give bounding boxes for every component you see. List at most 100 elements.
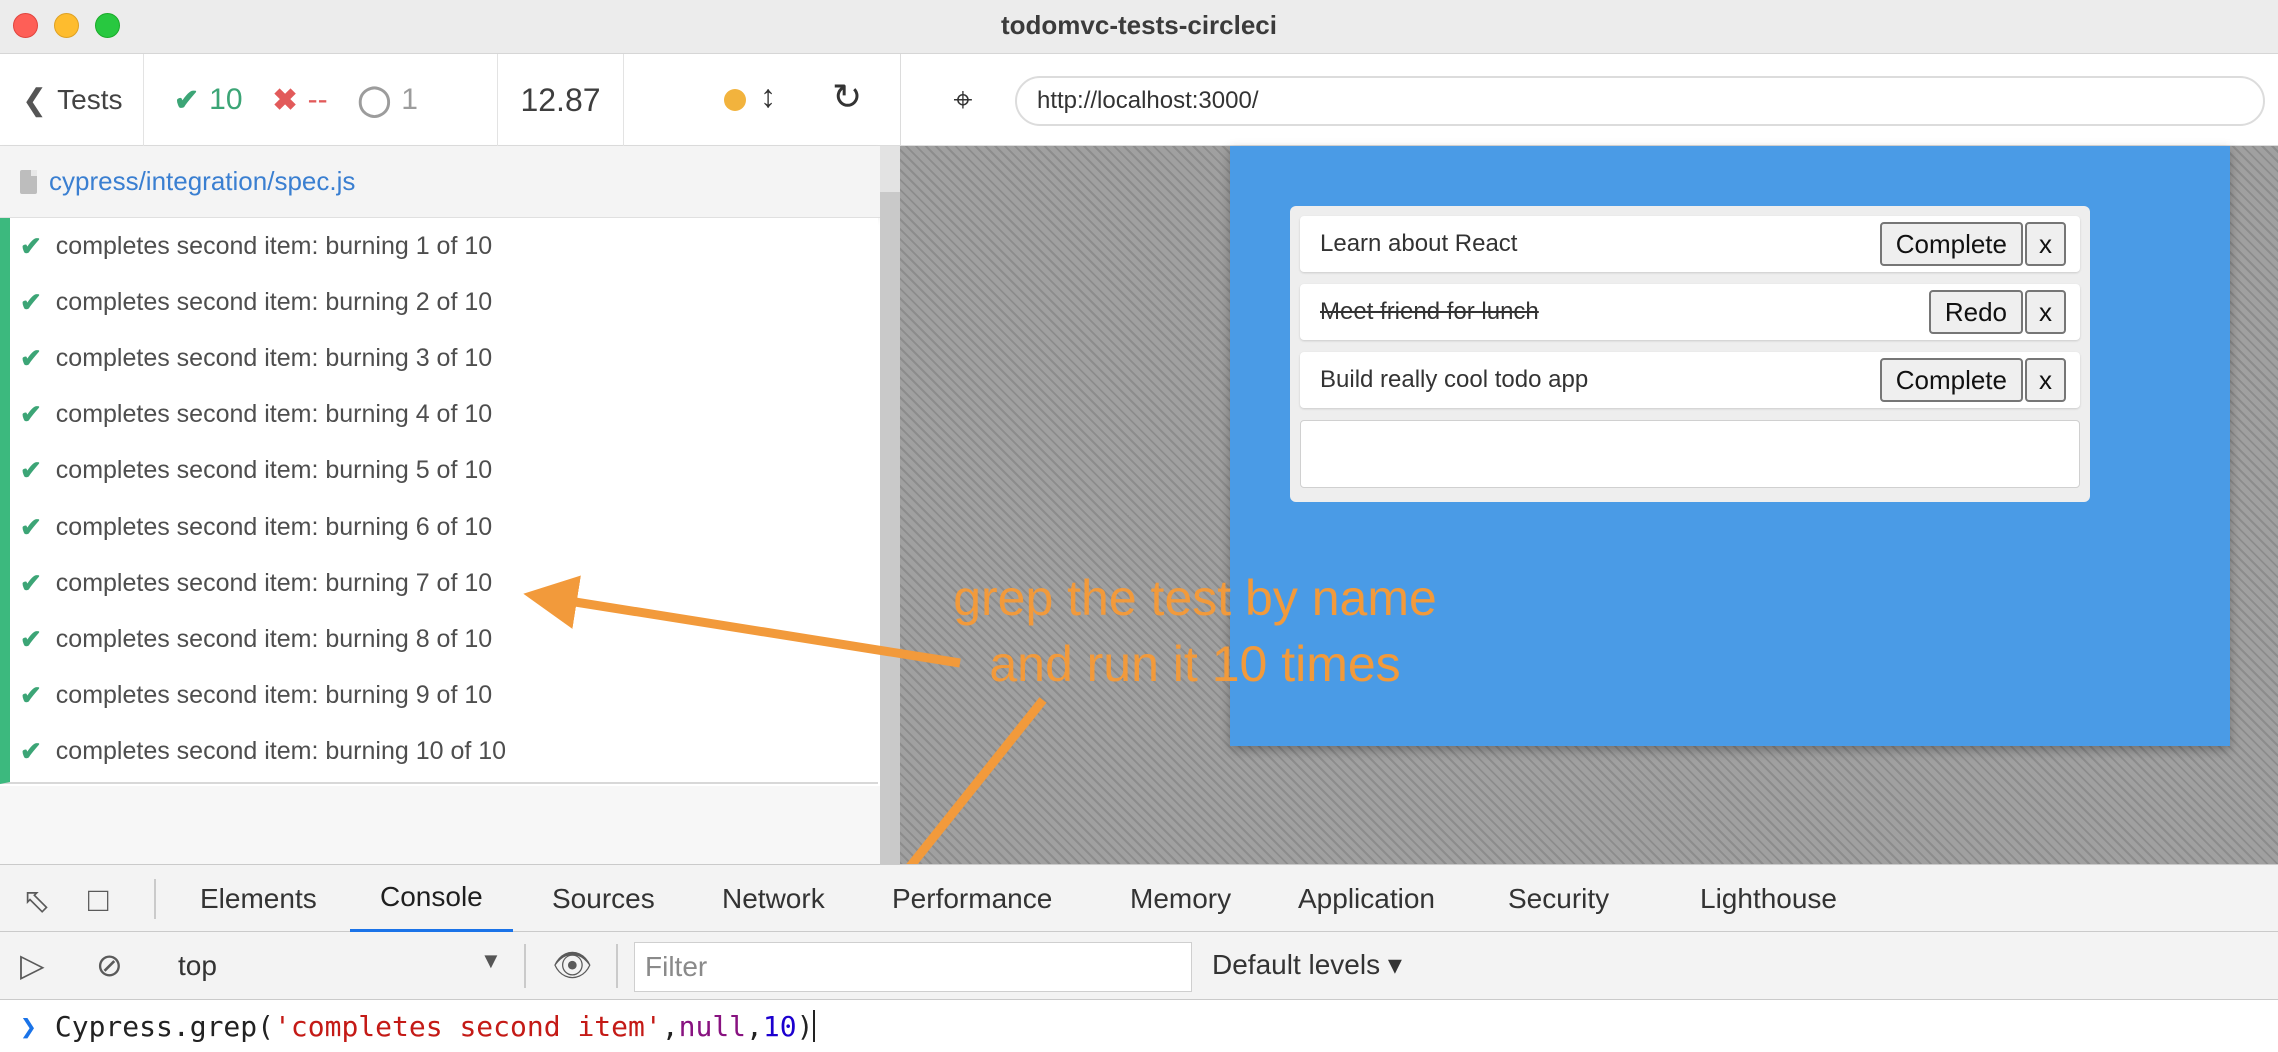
toolbar-separator	[524, 944, 526, 988]
test-title: completes second item: burning 1 of 10	[55, 231, 493, 260]
console-input[interactable]: ❯ Cypress.grep('completes second item', …	[0, 1000, 2278, 1052]
check-icon: ✔	[20, 736, 42, 767]
test-title: completes second item: burning 7 of 10	[55, 568, 493, 597]
todo-list: Learn about React Complete x Meet friend fo…	[1290, 206, 2090, 502]
reporter-scrollbar[interactable]	[880, 146, 900, 864]
new-todo-input[interactable]	[1300, 420, 2080, 488]
check-icon: ✔	[20, 623, 42, 654]
todo-text: Meet friend for lunch	[1320, 298, 1539, 325]
eye-icon[interactable]: 👁	[552, 946, 593, 984]
todo-text: Learn about React	[1320, 230, 1518, 257]
filter-input[interactable]	[634, 942, 1192, 992]
aut-viewport: Learn about React Complete x Meet friend fo…	[900, 146, 2278, 864]
test-title: completes second item: burning 6 of 10	[55, 512, 493, 541]
runner-header: ❮ Tests ✔ 10 ✖ -- ◯ 1 12.87 ↕ ↻	[0, 54, 900, 146]
tab-network[interactable]: Network	[722, 865, 825, 933]
test-title: completes second item: burning 3 of 10	[55, 343, 493, 372]
code-sep: ,	[746, 1009, 763, 1043]
check-icon: ✔	[20, 286, 42, 317]
code-suffix: )	[796, 1009, 814, 1043]
sidebar-toggle-icon[interactable]: ▷	[20, 946, 45, 984]
context-select[interactable]: top	[178, 944, 508, 988]
log-levels-dropdown[interactable]: Default levels ▾	[1212, 948, 1402, 981]
tab-sources[interactable]: Sources	[552, 865, 655, 933]
test-title: completes second item: burning 2 of 10	[55, 287, 493, 316]
complete-button[interactable]: Complete	[1879, 358, 2023, 402]
code-sep: ,	[661, 1009, 679, 1043]
check-icon: ✔	[20, 511, 42, 542]
todo-item: Build really cool todo app Complete x	[1300, 352, 2080, 408]
tab-memory[interactable]: Memory	[1130, 865, 1231, 933]
chevron-left-icon: ❮	[22, 83, 48, 117]
tab-performance[interactable]: Performance	[892, 865, 1052, 933]
tests-button[interactable]: ❮ Tests	[0, 54, 144, 146]
spec-path-link[interactable]: cypress/integration/spec.js	[49, 166, 355, 197]
console-toolbar: ▷ ⊘ top ▼ 👁 Default levels ▾	[0, 932, 2278, 1000]
reporter-scrollbar-thumb[interactable]	[880, 146, 900, 192]
reload-icon[interactable]: ↻	[832, 76, 862, 118]
complete-button[interactable]: Complete	[1879, 222, 2023, 266]
spec-path-bar: cypress/integration/spec.js	[0, 146, 880, 218]
circle-notch-icon: ◯	[357, 83, 392, 117]
passed-count: ✔ 10	[174, 83, 243, 117]
remove-todo-button[interactable]: x	[2025, 222, 2066, 266]
check-icon: ✔	[174, 83, 200, 117]
tab-elements[interactable]: Elements	[200, 865, 317, 933]
test-row[interactable]: ✔ completes second item: burning 3 of 10	[10, 330, 878, 386]
text-caret	[813, 1010, 816, 1042]
remove-todo-button[interactable]: x	[2025, 358, 2066, 402]
resize-arrows-icon[interactable]: ↕	[760, 78, 776, 115]
test-row[interactable]: ✔ completes second item: burning 10 of 10	[10, 724, 878, 780]
status-indicator-dot	[724, 89, 746, 111]
test-row[interactable]: ✔ completes second item: burning 5 of 10	[10, 443, 878, 499]
test-title: completes second item: burning 10 of 10	[55, 737, 507, 766]
tab-security[interactable]: Security	[1508, 865, 1609, 933]
chevron-down-icon: ▼	[480, 948, 502, 973]
pending-count: ◯ 1	[357, 83, 418, 117]
check-icon: ✔	[20, 399, 42, 430]
test-row[interactable]: ✔ completes second item: burning 9 of 10	[10, 668, 878, 724]
test-row[interactable]: ✔ completes second item: burning 6 of 10	[10, 499, 878, 555]
inspect-element-icon[interactable]: ⬁	[22, 881, 51, 921]
clear-console-icon[interactable]: ⊘	[96, 946, 123, 984]
test-title: completes second item: burning 5 of 10	[55, 456, 493, 485]
annotation-line-1: grep the test by name	[953, 570, 1437, 626]
file-icon	[20, 169, 37, 194]
test-row[interactable]: ✔ completes second item: burning 1 of 10	[10, 218, 878, 274]
test-row[interactable]: ✔ completes second item: burning 2 of 10	[10, 274, 878, 330]
test-row[interactable]: ✔ completes second item: burning 4 of 10	[10, 387, 878, 443]
todo-text: Build really cool todo app	[1320, 366, 1589, 393]
chevron-down-icon: ▾	[1387, 949, 1402, 980]
check-icon: ✔	[20, 342, 42, 373]
annotation-text: grep the test by name and run it 10 time…	[900, 565, 1490, 697]
todo-item: Meet friend for lunch Redo x	[1300, 284, 2080, 340]
test-row[interactable]: ✔ completes second item: burning 7 of 10	[10, 555, 878, 611]
run-duration: 12.87	[498, 54, 624, 146]
tests-button-label: Tests	[57, 84, 123, 115]
tabbar-separator	[154, 879, 156, 919]
check-icon: ✔	[20, 567, 42, 598]
redo-button[interactable]: Redo	[1928, 290, 2023, 334]
annotation-line-2: and run it 10 times	[989, 636, 1401, 692]
code-prefix: Cypress.grep(	[54, 1009, 275, 1043]
devtools-tabbar: ⬁ □ Elements Console Sources Network Perform…	[0, 864, 2278, 933]
runner-controls: ↕ ↻	[624, 54, 900, 146]
reporter-empty-area	[0, 786, 880, 864]
code-string-arg: 'completes second item'	[274, 1009, 662, 1043]
tab-application[interactable]: Application	[1298, 865, 1435, 933]
aut-header: ⌖ http://localhost:3000/	[900, 54, 2278, 146]
prompt-icon: ❯	[20, 1009, 37, 1043]
todo-item: Learn about React Complete x	[1300, 216, 2080, 272]
window-titlebar: todomvc-tests-circleci	[0, 0, 2278, 54]
url-bar[interactable]: http://localhost:3000/	[1015, 76, 2265, 126]
test-title: completes second item: burning 9 of 10	[55, 681, 493, 710]
tab-console[interactable]: Console	[350, 865, 513, 933]
remove-todo-button[interactable]: x	[2025, 290, 2066, 334]
test-stats: ✔ 10 ✖ -- ◯ 1	[144, 54, 498, 146]
device-toolbar-icon[interactable]: □	[88, 881, 109, 920]
tab-lighthouse[interactable]: Lighthouse	[1700, 865, 1837, 933]
crosshair-icon[interactable]: ⌖	[941, 78, 985, 122]
test-row[interactable]: ✔ completes second item: burning 8 of 10	[10, 611, 878, 667]
window-title: todomvc-tests-circleci	[1001, 10, 1277, 40]
test-title: completes second item: burning 4 of 10	[55, 400, 493, 429]
